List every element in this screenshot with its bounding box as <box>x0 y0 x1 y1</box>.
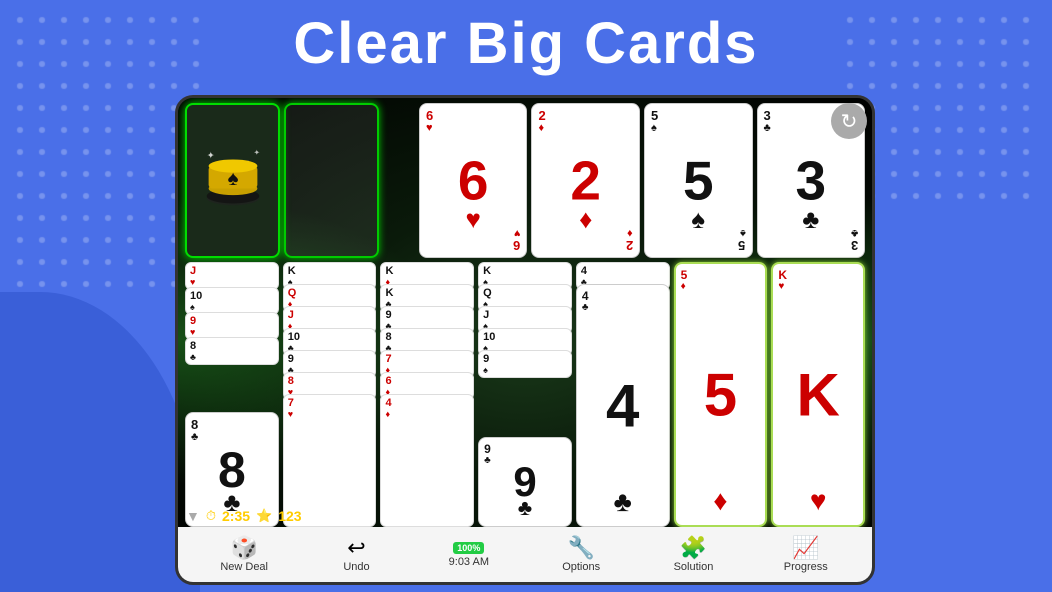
options-button[interactable]: 🔧 Options <box>525 527 637 582</box>
empty-slot[interactable] <box>284 103 379 258</box>
card-4-clubs-big: 4 ♣ 4 ♣ <box>576 284 670 527</box>
card-9-clubs-big: 9 ♣ 9 ♣ <box>478 437 572 527</box>
undo-label: Undo <box>343 561 369 573</box>
card-5-diamonds-big: 5 ♦ 5 ♦ <box>674 262 768 527</box>
star-icon: ⭐ <box>256 508 272 524</box>
column-4[interactable]: K♠ Q♠ J♠ 10♠ 9♠ 9 ♣ 9 ♣ <box>478 262 572 527</box>
column-7[interactable]: K ♥ K ♥ <box>771 262 865 527</box>
chevron-down-icon[interactable]: ▼ <box>186 508 200 524</box>
svg-text:✦: ✦ <box>206 150 214 160</box>
solution-button[interactable]: 🧩 Solution <box>637 527 749 582</box>
bottom-row: J♥ 10♠ 9♥ 8♣ 8 ♣ 8 ♣ K♠ Q♦ J♦ 10♣ 9♣ 8♥ <box>183 262 867 527</box>
new-deal-icon: 🎲 <box>230 537 257 559</box>
progress-button[interactable]: 📈 Progress <box>750 527 862 582</box>
time-icon: ⏱ <box>206 508 216 524</box>
column-1[interactable]: J♥ 10♠ 9♥ 8♣ 8 ♣ 8 ♣ <box>185 262 279 527</box>
new-deal-button[interactable]: 🎲 New Deal <box>188 527 300 582</box>
card-6-hearts[interactable]: 6 ♥ 6 ♥ 6 ♥ <box>419 103 528 258</box>
card-j-hearts: J♥ <box>185 262 279 290</box>
refresh-button[interactable]: ↻ <box>831 103 867 139</box>
new-deal-label: New Deal <box>220 561 268 573</box>
score-display: 123 <box>278 508 301 524</box>
time-label: 9:03 AM <box>449 556 489 568</box>
toolbar: 🎲 New Deal ↩ Undo 100% 9:03 AM 🔧 Options… <box>178 527 872 582</box>
column-3[interactable]: K♦ K♣ 9♣ 8♣ 7♦ 6♦ 4♦ <box>380 262 474 527</box>
card-k-hearts-big: K ♥ K ♥ <box>771 262 865 527</box>
battery-button[interactable]: 100% 9:03 AM <box>413 527 525 582</box>
options-icon: 🔧 <box>567 537 594 559</box>
spacer <box>383 103 415 258</box>
progress-label: Progress <box>784 561 828 573</box>
top-row: ♠ ✦ ✦ · 6 ♥ 6 ♥ 6 ♥ <box>183 103 867 258</box>
battery-badge: 100% <box>453 542 484 554</box>
column-2[interactable]: K♠ Q♦ J♦ 10♣ 9♣ 8♥ 7♥ <box>283 262 377 527</box>
card-10-spades: 10♠ <box>185 287 279 315</box>
card-9-hearts: 9♥ <box>185 312 279 340</box>
page-title: Clear Big Cards <box>0 10 1052 77</box>
progress-icon: 📈 <box>792 537 819 559</box>
undo-icon: ↩ <box>347 537 365 559</box>
timer-score-area: ▼ ⏱ 2:35 ⭐ 123 <box>186 508 302 524</box>
timer-display: 2:35 <box>222 508 250 524</box>
game-container: ↻ ♠ ✦ ✦ · <box>175 95 875 585</box>
card-2-diamonds[interactable]: 2 ♦ 2 ♦ 2 ♦ <box>531 103 640 258</box>
card-8-clubs-top: 8♣ <box>185 337 279 365</box>
column-6[interactable]: 5 ♦ 5 ♦ <box>674 262 768 527</box>
undo-button[interactable]: ↩ Undo <box>300 527 412 582</box>
svg-text:♠: ♠ <box>227 166 238 189</box>
solution-label: Solution <box>674 561 714 573</box>
wave-decoration <box>0 292 200 592</box>
chip-card[interactable]: ♠ ✦ ✦ · <box>185 103 280 258</box>
card-5-spades[interactable]: 5 ♠ 5 ♠ 5 ♠ <box>644 103 753 258</box>
solution-icon: 🧩 <box>680 537 707 559</box>
svg-text:·: · <box>247 158 249 164</box>
column-5[interactable]: 4♣ 4 ♣ 4 ♣ <box>576 262 670 527</box>
cards-area: ♠ ✦ ✦ · 6 ♥ 6 ♥ 6 ♥ <box>183 103 867 527</box>
svg-text:✦: ✦ <box>253 147 260 156</box>
options-label: Options <box>562 561 600 573</box>
